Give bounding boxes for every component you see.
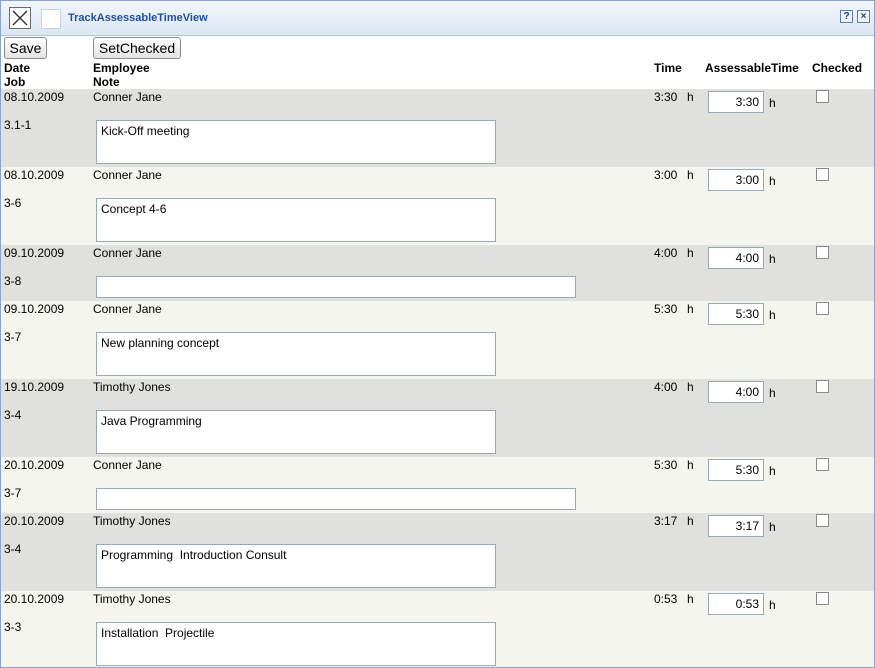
row-employee: Timothy Jones xyxy=(93,592,171,606)
view-icon-placeholder xyxy=(41,9,61,29)
row-date: 20.10.2009 xyxy=(4,458,65,472)
header-date: Date xyxy=(4,61,31,75)
row-assessable-unit: h xyxy=(769,96,776,110)
assessable-time-input[interactable]: 5:30 xyxy=(708,459,764,481)
assessable-time-input[interactable]: 4:00 xyxy=(708,247,764,269)
setchecked-button[interactable]: SetChecked xyxy=(93,37,181,59)
track-assessable-time-window: TrackAssessableTimeView ? × Save SetChec… xyxy=(0,0,875,668)
row-time: 4:00 xyxy=(654,380,678,394)
checked-checkbox[interactable] xyxy=(816,380,829,393)
checked-checkbox[interactable] xyxy=(816,514,829,527)
row-job: 3-7 xyxy=(4,330,22,344)
row-time-unit: h xyxy=(687,90,694,104)
row-job: 3-4 xyxy=(4,408,22,422)
assessable-time-input[interactable]: 3:30 xyxy=(708,91,764,113)
row-job: 3-4 xyxy=(4,542,22,556)
row-employee: Timothy Jones xyxy=(93,514,171,528)
assessable-time-input[interactable]: 3:17 xyxy=(708,515,764,537)
row-date: 08.10.2009 xyxy=(4,90,65,104)
note-textarea[interactable]: New planning concept xyxy=(96,332,496,376)
checked-checkbox[interactable] xyxy=(816,90,829,103)
row-time-unit: h xyxy=(687,514,694,528)
header-assessable-time: AssessableTime xyxy=(705,61,799,75)
table-row: 20.10.2009 Timothy Jones 3-4 3:17 h 3:17… xyxy=(1,513,874,591)
table-row: 09.10.2009 Conner Jane 3-8 4:00 h 4:00 h xyxy=(1,245,874,301)
assessable-time-input[interactable]: 0:53 xyxy=(708,593,764,615)
row-assessable-unit: h xyxy=(769,386,776,400)
row-employee: Conner Jane xyxy=(93,246,162,260)
checked-checkbox[interactable] xyxy=(816,168,829,181)
note-input[interactable] xyxy=(96,488,576,510)
row-time: 4:00 xyxy=(654,246,678,260)
table-row: 08.10.2009 Conner Jane 3.1-1 3:30 h 3:30… xyxy=(1,89,874,167)
row-time-unit: h xyxy=(687,458,694,472)
row-date: 20.10.2009 xyxy=(4,514,65,528)
row-assessable-unit: h xyxy=(769,464,776,478)
row-time: 3:00 xyxy=(654,168,678,182)
header-note: Note xyxy=(93,75,120,89)
row-employee: Conner Jane xyxy=(93,458,162,472)
table-row: 20.10.2009 Conner Jane 3-7 5:30 h 5:30 h xyxy=(1,457,874,513)
row-job: 3.1-1 xyxy=(4,118,32,132)
row-employee: Conner Jane xyxy=(93,302,162,316)
checked-checkbox[interactable] xyxy=(816,246,829,259)
row-time-unit: h xyxy=(687,168,694,182)
close-view-icon[interactable] xyxy=(9,7,31,29)
window-titlebar: TrackAssessableTimeView ? × xyxy=(1,1,874,36)
window-title: TrackAssessableTimeView xyxy=(68,12,208,24)
row-job: 3-7 xyxy=(4,486,22,500)
row-employee: Conner Jane xyxy=(93,168,162,182)
row-date: 09.10.2009 xyxy=(4,302,65,316)
checked-checkbox[interactable] xyxy=(816,458,829,471)
assessable-time-input[interactable]: 3:00 xyxy=(708,169,764,191)
row-assessable-unit: h xyxy=(769,308,776,322)
row-employee: Conner Jane xyxy=(93,90,162,104)
note-textarea[interactable]: Programming Introduction Consult xyxy=(96,544,496,588)
header-checked: Checked xyxy=(812,61,863,75)
assessable-time-input[interactable]: 5:30 xyxy=(708,303,764,325)
row-time-unit: h xyxy=(687,592,694,606)
row-job: 3-6 xyxy=(4,196,22,210)
header-job: Job xyxy=(4,75,26,89)
row-date: 20.10.2009 xyxy=(4,592,65,606)
row-assessable-unit: h xyxy=(769,252,776,266)
row-time-unit: h xyxy=(687,380,694,394)
row-time: 5:30 xyxy=(654,302,678,316)
table-row: 09.10.2009 Conner Jane 3-7 5:30 h 5:30 h… xyxy=(1,301,874,379)
row-job: 3-3 xyxy=(4,620,22,634)
note-textarea[interactable]: Kick-Off meeting xyxy=(96,120,496,164)
row-time-unit: h xyxy=(687,302,694,316)
row-time: 3:30 xyxy=(654,90,678,104)
table-row: 08.10.2009 Conner Jane 3-6 3:00 h 3:00 h… xyxy=(1,167,874,245)
note-input[interactable] xyxy=(96,276,576,298)
help-icon[interactable]: ? xyxy=(840,10,853,23)
note-textarea[interactable]: Java Programming xyxy=(96,410,496,454)
note-textarea[interactable]: Concept 4-6 xyxy=(96,198,496,242)
row-assessable-unit: h xyxy=(769,598,776,612)
row-date: 09.10.2009 xyxy=(4,246,65,260)
row-employee: Timothy Jones xyxy=(93,380,171,394)
row-assessable-unit: h xyxy=(769,520,776,534)
checked-checkbox[interactable] xyxy=(816,302,829,315)
checked-checkbox[interactable] xyxy=(816,592,829,605)
row-job: 3-8 xyxy=(4,274,22,288)
header-time: Time xyxy=(654,61,682,75)
window-close-icon[interactable]: × xyxy=(857,10,870,23)
row-time: 5:30 xyxy=(654,458,678,472)
note-textarea[interactable]: Installation Projectile xyxy=(96,622,496,666)
row-date: 19.10.2009 xyxy=(4,380,65,394)
row-time: 3:17 xyxy=(654,514,678,528)
assessable-time-input[interactable]: 4:00 xyxy=(708,381,764,403)
header-employee: Employee xyxy=(93,61,150,75)
table-row: 20.10.2009 Timothy Jones 3-3 0:53 h 0:53… xyxy=(1,591,874,667)
save-button[interactable]: Save xyxy=(4,37,47,59)
row-time: 0:53 xyxy=(654,592,678,606)
row-time-unit: h xyxy=(687,246,694,260)
row-date: 08.10.2009 xyxy=(4,168,65,182)
table-row: 19.10.2009 Timothy Jones 3-4 4:00 h 4:00… xyxy=(1,379,874,457)
row-assessable-unit: h xyxy=(769,174,776,188)
